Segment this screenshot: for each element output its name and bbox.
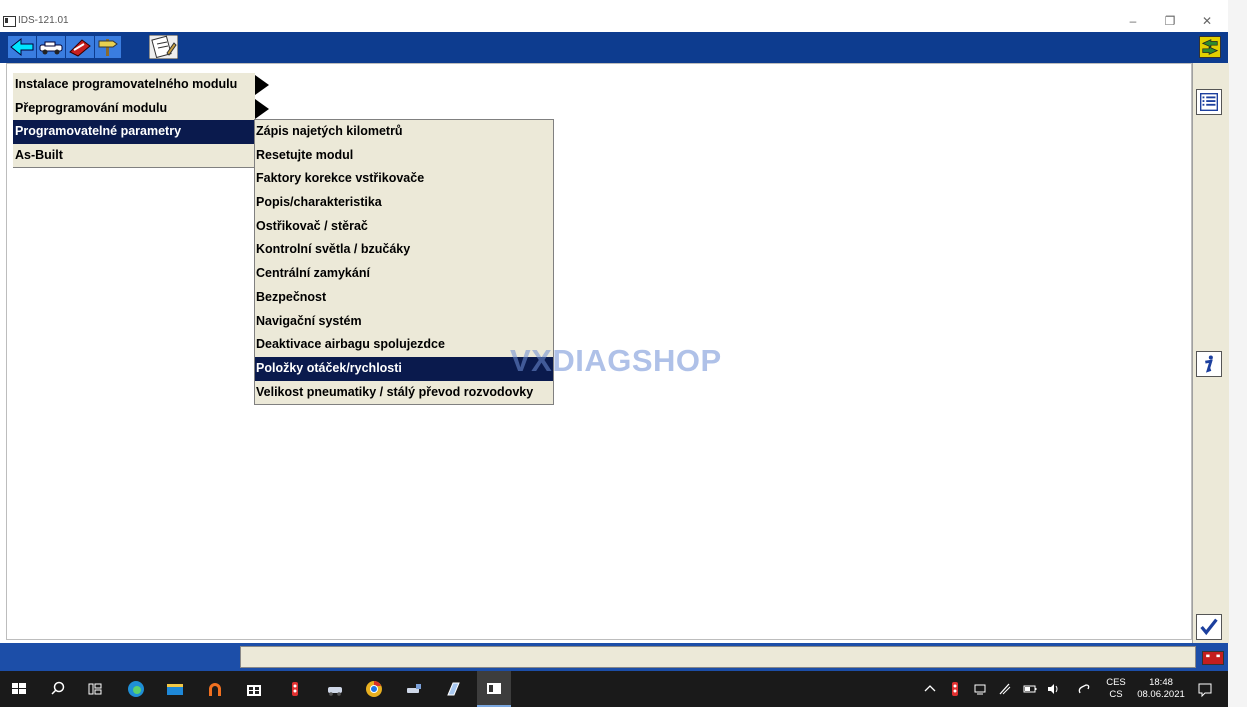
language-code: CES — [1106, 677, 1126, 688]
menu-item-reprogram-module[interactable]: Přeprogramování modulu — [13, 97, 269, 121]
keyboard-layout: CS — [1109, 689, 1123, 700]
submenu-item[interactable]: Popis/charakteristika — [255, 191, 553, 215]
close-button[interactable]: ✕ — [1192, 13, 1222, 29]
chrome-icon[interactable] — [365, 680, 383, 698]
restore-button[interactable]: ❐ — [1155, 13, 1185, 29]
task-view-icon[interactable] — [86, 680, 104, 698]
parameters-submenu: Zápis najetých kilometrů Resetujte modul… — [254, 119, 554, 406]
list-icon[interactable] — [1196, 89, 1222, 115]
car-app-icon[interactable] — [326, 680, 344, 698]
store-icon[interactable] — [245, 680, 263, 698]
app-orange-icon[interactable] — [206, 680, 224, 698]
ids-window-icon — [487, 683, 501, 694]
clock[interactable]: 18:48 08.06.2021 — [1132, 677, 1190, 701]
display-icon[interactable] — [971, 680, 989, 698]
submenu-item[interactable]: Deaktivace airbagu spolujezdce — [255, 333, 553, 357]
edge-browser-icon[interactable] — [127, 680, 145, 698]
vcm-app-icon[interactable] — [286, 680, 304, 698]
submenu-item[interactable]: Centrální zamykání — [255, 262, 553, 286]
submenu-item[interactable]: Faktory korekce vstřikovače — [255, 167, 553, 191]
submenu-arrow-icon — [255, 75, 269, 95]
watermark: VXDIAGSHOP — [510, 343, 722, 378]
input-language-indicator[interactable]: CES CS — [1104, 677, 1128, 701]
status-message-field — [240, 646, 1196, 668]
submenu-arrow-icon — [255, 98, 269, 119]
battery-tray-icon[interactable] — [1021, 680, 1039, 698]
menu-item-label: As-Built — [15, 147, 63, 162]
window-titlebar: IDS-121.01 – ❐ ✕ — [0, 10, 1228, 32]
active-ids-taskbar-button[interactable] — [477, 671, 511, 707]
bottom-strip — [0, 707, 1247, 721]
menu-item-label: Instalace programovatelného modulu — [15, 77, 238, 91]
search-icon[interactable] — [49, 680, 67, 698]
battery-icon — [1202, 651, 1224, 665]
submenu-item[interactable]: Bezpečnost — [255, 286, 553, 310]
minimize-button[interactable]: – — [1118, 13, 1148, 29]
menu-item-install-module[interactable]: Instalace programovatelného modulu — [13, 73, 269, 97]
car-tool-icon[interactable] — [405, 680, 423, 698]
speaker-icon[interactable] — [1045, 680, 1063, 698]
notepad-icon[interactable] — [149, 35, 178, 59]
menu-item-label: Programovatelné parametry — [15, 124, 182, 138]
pen-icon[interactable] — [996, 680, 1014, 698]
programming-menu: Instalace programovatelného modulu Přepr… — [13, 73, 269, 168]
submenu-item[interactable]: Ostřikovač / stěrač — [255, 215, 553, 239]
notepad-app-icon[interactable] — [444, 680, 462, 698]
swap-arrows-icon[interactable] — [1199, 36, 1221, 58]
file-explorer-icon[interactable] — [166, 680, 184, 698]
vehicle-icon[interactable] — [37, 36, 65, 58]
submenu-item[interactable]: Velikost pneumatiky / stálý převod rozvo… — [255, 381, 553, 405]
notification-icon[interactable] — [1196, 680, 1214, 698]
app-toolbar — [0, 32, 1228, 63]
menu-item-label: Přeprogramování modulu — [15, 100, 168, 115]
window-title: IDS-121.01 — [18, 15, 69, 26]
vcm-tray-icon[interactable] — [946, 680, 964, 698]
clock-time: 18:48 — [1149, 677, 1173, 688]
app-window-icon — [3, 16, 16, 27]
tools-icon[interactable] — [66, 36, 94, 58]
windows-start-icon[interactable] — [10, 680, 28, 698]
menu-item-as-built[interactable]: As-Built — [13, 144, 269, 168]
info-icon[interactable] — [1196, 351, 1222, 377]
submenu-item-selected[interactable]: Položky otáček/rychlosti — [255, 356, 553, 381]
windows-taskbar: CES CS 18:48 08.06.2021 — [0, 671, 1228, 707]
clock-date: 08.06.2021 — [1137, 689, 1185, 700]
network-link-icon[interactable] — [1075, 680, 1093, 698]
status-bar — [0, 643, 1228, 671]
chevron-up-icon[interactable] — [921, 680, 939, 698]
back-arrow-icon[interactable] — [8, 36, 36, 58]
submenu-item[interactable]: Kontrolní světla / bzučáky — [255, 238, 553, 262]
menu-item-programmable-parameters[interactable]: Programovatelné parametry — [13, 120, 269, 144]
submenu-item[interactable]: Zápis najetých kilometrů — [255, 120, 553, 144]
background-page-strip — [1228, 0, 1247, 707]
submenu-item[interactable]: Resetujte modul — [255, 144, 553, 168]
signpost-icon[interactable] — [95, 36, 121, 58]
submenu-item[interactable]: Navigační systém — [255, 310, 553, 334]
checkmark-icon[interactable] — [1196, 614, 1222, 640]
